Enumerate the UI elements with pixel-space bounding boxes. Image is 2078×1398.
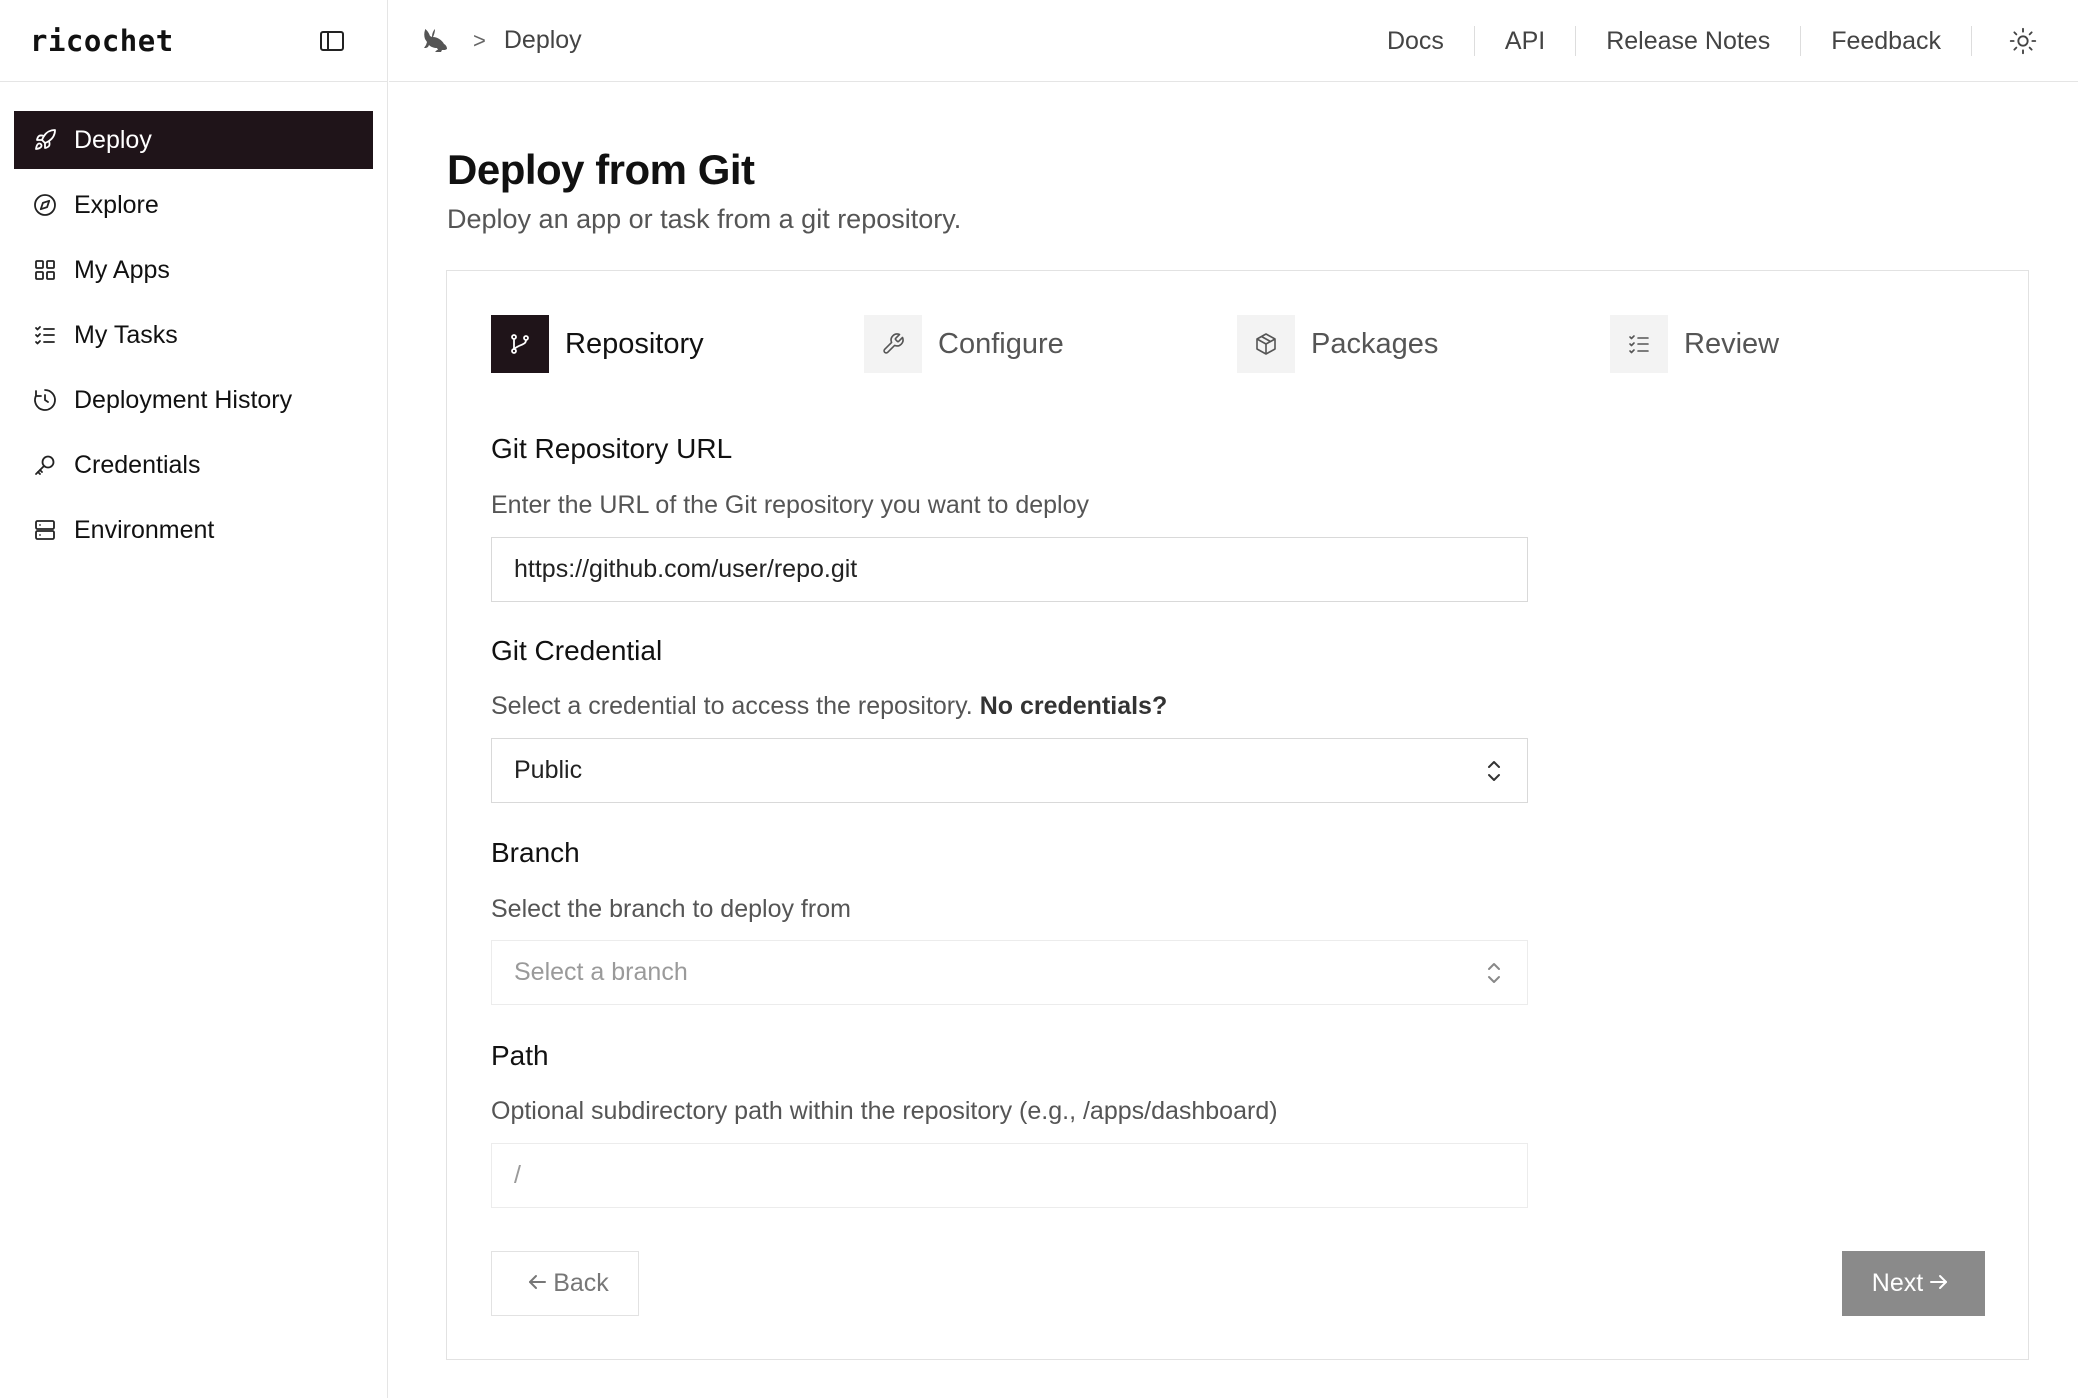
sidebar-item-label: Credentials	[74, 450, 201, 479]
sidebar-item-label: Deploy	[74, 125, 152, 154]
grid-icon	[32, 257, 58, 283]
back-button[interactable]: Back	[491, 1251, 639, 1316]
sidebar-item-environment[interactable]: Environment	[14, 501, 373, 559]
sidebar-item-deploy[interactable]: Deploy	[14, 111, 373, 169]
chevron-up-down-icon	[1483, 756, 1505, 786]
step-review[interactable]: Review	[1610, 315, 1779, 373]
chevron-up-down-icon	[1483, 958, 1505, 988]
branch-description: Select the branch to deploy from	[491, 895, 851, 923]
wrench-icon	[864, 315, 922, 373]
git-credential-description: Select a credential to access the reposi…	[491, 692, 1167, 721]
top-link-feedback[interactable]: Feedback	[1801, 26, 1972, 56]
sidebar-item-my-apps[interactable]: My Apps	[14, 241, 373, 299]
step-label: Review	[1684, 327, 1780, 360]
top-link-api[interactable]: API	[1475, 26, 1577, 56]
sidebar-nav: Deploy Explore My Apps My Tasks Deployme…	[0, 82, 387, 559]
sidebar-item-credentials[interactable]: Credentials	[14, 436, 373, 494]
step-packages[interactable]: Packages	[1237, 315, 1438, 373]
top-link-docs[interactable]: Docs	[1357, 26, 1475, 56]
sidebar-item-label: My Apps	[74, 255, 170, 284]
rabbit-icon[interactable]	[419, 24, 453, 58]
sidebar-header: ricochet	[0, 0, 387, 82]
branch-label: Branch	[491, 837, 580, 868]
step-repository[interactable]: Repository	[491, 315, 704, 373]
path-input[interactable]: /	[491, 1143, 1528, 1208]
repo-url-value: https://github.com/user/repo.git	[514, 555, 858, 583]
page-title: Deploy from Git	[447, 146, 755, 193]
no-credentials-link[interactable]: No credentials?	[980, 692, 1168, 720]
deploy-form-card: Repository Configure Packages Review Git…	[446, 270, 2029, 1360]
next-button-label: Next	[1871, 1269, 1924, 1297]
stepper: Repository Configure Packages Review	[491, 315, 1891, 373]
rocket-icon	[32, 127, 58, 153]
git-credential-select[interactable]: Public	[491, 738, 1528, 803]
repo-url-input[interactable]: https://github.com/user/repo.git	[491, 537, 1528, 602]
page-subtitle: Deploy an app or task from a git reposit…	[447, 204, 962, 234]
sidebar-item-deployment-history[interactable]: Deployment History	[14, 371, 373, 429]
step-label: Configure	[938, 327, 1064, 360]
sidebar-item-explore[interactable]: Explore	[14, 176, 373, 234]
history-icon	[32, 387, 58, 413]
app-logo[interactable]: ricochet	[30, 24, 174, 58]
sidebar-toggle-icon[interactable]	[315, 24, 349, 58]
step-configure[interactable]: Configure	[864, 315, 1064, 373]
path-placeholder: /	[514, 1161, 521, 1189]
list-checks-icon	[32, 322, 58, 348]
step-label: Packages	[1311, 327, 1439, 360]
back-button-label: Back	[553, 1269, 609, 1297]
git-branch-icon	[491, 315, 549, 373]
sidebar-item-label: Deployment History	[74, 385, 293, 414]
sidebar: ricochet Deploy Explore My Apps My Tasks…	[0, 0, 388, 1398]
arrow-right-icon	[1929, 1269, 1949, 1298]
topbar: > Deploy Docs API Release Notes Feedback	[389, 0, 2078, 82]
breadcrumb-separator: >	[473, 27, 486, 53]
top-links: Docs API Release Notes Feedback	[1357, 0, 2078, 82]
branch-select[interactable]: Select a branch	[491, 940, 1528, 1005]
compass-icon	[32, 192, 58, 218]
git-credential-description-text: Select a credential to access the reposi…	[491, 692, 973, 720]
step-label: Repository	[565, 327, 704, 360]
git-credential-label: Git Credential	[491, 635, 663, 666]
sidebar-item-label: Environment	[74, 515, 215, 544]
repo-url-description: Enter the URL of the Git repository you …	[491, 491, 1089, 519]
git-credential-value: Public	[514, 756, 583, 784]
sidebar-item-my-tasks[interactable]: My Tasks	[14, 306, 373, 364]
next-button[interactable]: Next	[1842, 1251, 1985, 1316]
key-icon	[32, 452, 58, 478]
breadcrumb-current[interactable]: Deploy	[504, 26, 582, 55]
top-link-release-notes[interactable]: Release Notes	[1576, 26, 1802, 56]
sidebar-item-label: Explore	[74, 190, 159, 219]
branch-placeholder: Select a branch	[514, 958, 688, 986]
path-label: Path	[491, 1040, 549, 1071]
repo-url-label: Git Repository URL	[491, 433, 733, 464]
sidebar-item-label: My Tasks	[74, 320, 178, 349]
path-description: Optional subdirectory path within the re…	[491, 1097, 1278, 1125]
package-icon	[1237, 315, 1295, 373]
arrow-left-icon	[527, 1269, 547, 1298]
server-icon	[32, 517, 58, 543]
sun-icon[interactable]	[2006, 24, 2040, 58]
list-checks-icon	[1610, 315, 1668, 373]
